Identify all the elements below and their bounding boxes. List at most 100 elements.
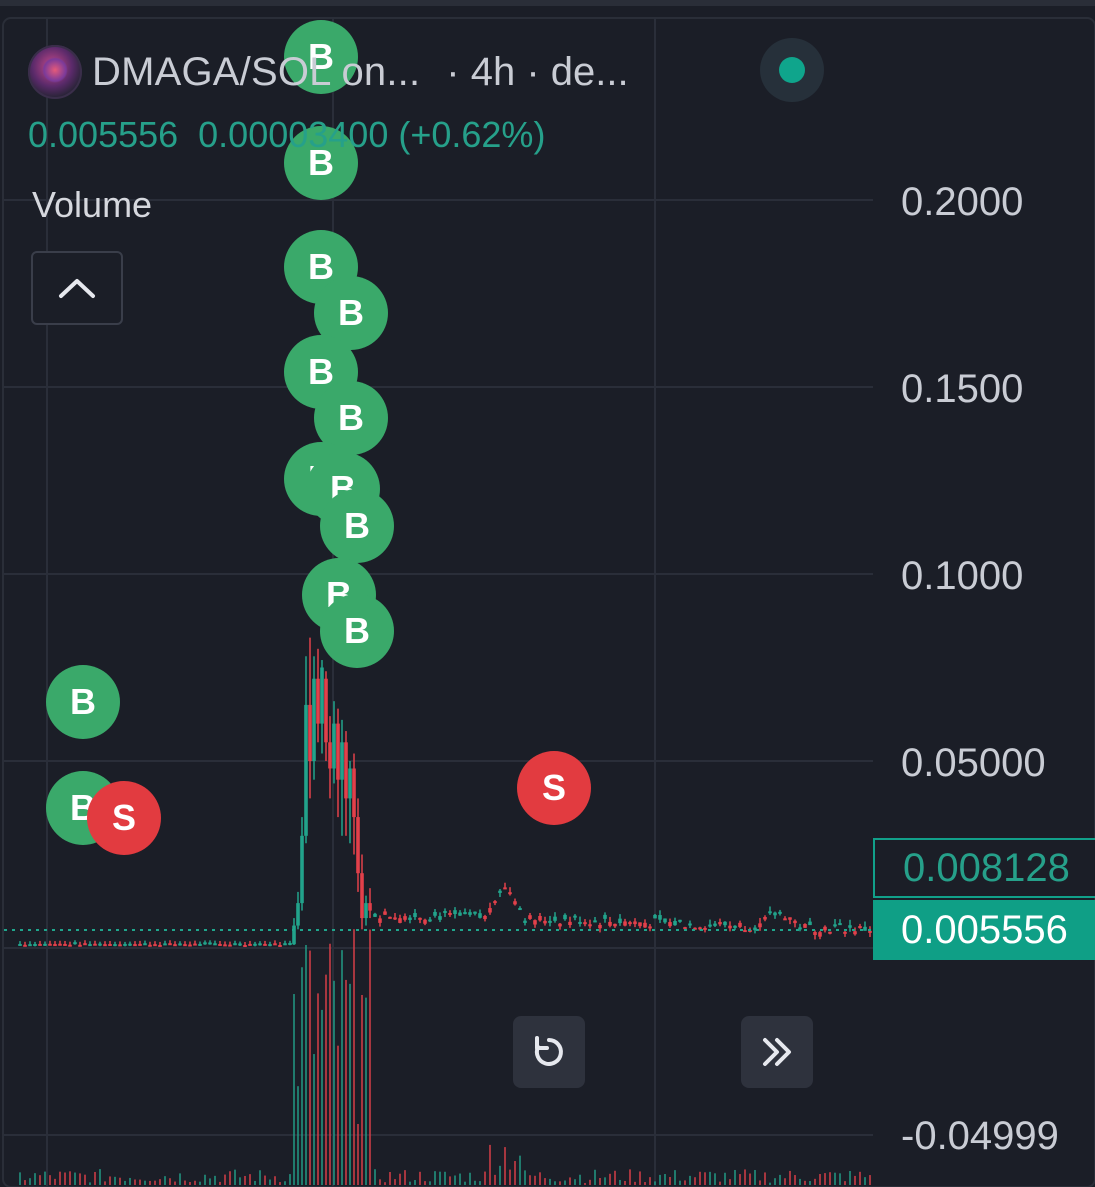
double-chevron-right-icon — [763, 1038, 791, 1066]
candle-body — [373, 913, 377, 917]
volume-bar — [139, 1179, 141, 1185]
candle-body — [538, 915, 542, 921]
buy-marker[interactable]: B — [46, 665, 120, 739]
price-axis-label: 0.05000 — [901, 741, 1046, 785]
volume-bar — [514, 1161, 516, 1185]
volume-bar — [219, 1181, 221, 1185]
candle-body — [213, 943, 217, 946]
candle-body — [863, 926, 867, 931]
candle-body — [848, 925, 852, 928]
market-status-indicator[interactable] — [760, 38, 824, 102]
volume-bar — [489, 1144, 491, 1185]
volume-bar — [619, 1179, 621, 1185]
chart-container[interactable]: DMAGA/SOL on... · 4h · de... 0.005556 0.… — [0, 0, 1095, 1187]
volume-bar — [369, 929, 371, 1185]
candle-body — [403, 916, 407, 920]
volume-bar — [449, 1176, 451, 1185]
candle-body — [268, 944, 272, 947]
volume-bar — [774, 1178, 776, 1185]
candle-body — [198, 943, 202, 946]
candle-body — [683, 927, 687, 930]
candle-body — [708, 924, 712, 927]
candle-body — [218, 943, 222, 946]
volume-bar — [469, 1172, 471, 1185]
price-axis-label: -0.04999 — [901, 1114, 1059, 1158]
candle-body — [463, 912, 467, 915]
volume-bar — [719, 1181, 721, 1185]
volume-bar — [154, 1180, 156, 1185]
volume-bar — [764, 1172, 766, 1185]
candle-body — [113, 944, 117, 947]
volume-bar — [164, 1176, 166, 1185]
candle-body — [428, 919, 432, 922]
candle-body — [823, 926, 827, 931]
candle-body — [548, 920, 552, 923]
candle-body — [133, 944, 137, 947]
candle-body — [253, 943, 257, 946]
volume-bar — [809, 1181, 811, 1185]
volume-bar — [254, 1180, 256, 1185]
volume-indicator-label[interactable]: Volume — [32, 184, 152, 226]
candle-body — [653, 914, 657, 919]
volume-bar — [844, 1181, 846, 1185]
volume-bar — [349, 983, 351, 1185]
volume-bar — [759, 1180, 761, 1185]
sell-marker[interactable]: S — [87, 781, 161, 855]
volume-bar — [19, 1172, 21, 1185]
volume-bar — [684, 1180, 686, 1185]
candle-body — [63, 943, 67, 946]
candle-body — [573, 915, 577, 918]
candle-body — [643, 922, 647, 928]
volume-bar — [264, 1175, 266, 1185]
candle-body — [278, 944, 282, 947]
buy-marker[interactable]: B — [320, 594, 394, 668]
volume-bar — [749, 1173, 751, 1185]
volume-bar — [149, 1180, 151, 1185]
pair-title[interactable]: DMAGA/SOL on... — [92, 50, 420, 95]
candle-body — [364, 903, 368, 919]
volume-bar — [119, 1177, 121, 1185]
scroll-to-realtime-button[interactable] — [741, 1016, 813, 1088]
volume-bar — [574, 1179, 576, 1185]
candle-body — [668, 922, 672, 927]
candle-body — [438, 916, 442, 920]
volume-bar — [229, 1171, 231, 1185]
volume-bar — [434, 1171, 436, 1185]
volume-bar — [519, 1155, 521, 1185]
buy-marker[interactable]: B — [320, 489, 394, 563]
top-border — [0, 0, 1095, 6]
reset-chart-button[interactable] — [513, 1016, 585, 1088]
volume-bar — [361, 995, 363, 1185]
volume-bar — [365, 997, 367, 1185]
candle-body — [103, 944, 107, 947]
volume-bar — [269, 1179, 271, 1185]
ohlc-readout: 0.005556 0.00003400 (+0.62%) — [28, 114, 545, 156]
volume-bar — [134, 1179, 136, 1185]
volume-bar — [414, 1180, 416, 1185]
candle-body — [768, 911, 772, 914]
volume-bar — [379, 1179, 381, 1185]
volume-bar — [584, 1182, 586, 1185]
candle-body — [443, 910, 447, 913]
candle-body — [128, 943, 132, 946]
volume-bar — [329, 943, 331, 1185]
candle-body — [608, 921, 612, 926]
volume-bar — [754, 1169, 756, 1185]
candle-body — [296, 903, 300, 926]
candle-body — [73, 942, 77, 945]
volume-bar — [24, 1180, 26, 1185]
candle-body — [83, 943, 87, 946]
candle-body — [332, 723, 336, 769]
volume-bar — [744, 1169, 746, 1185]
candle-body — [493, 901, 497, 904]
sell-marker[interactable]: S — [517, 751, 591, 825]
volume-bar — [293, 994, 295, 1185]
candle-body — [743, 930, 747, 933]
volume-bar — [239, 1177, 241, 1185]
interval-text[interactable]: · 4h · de... — [446, 50, 628, 95]
volume-bar — [74, 1172, 76, 1185]
volume-bar — [394, 1179, 396, 1185]
volume-bar — [279, 1182, 281, 1185]
collapse-indicator-button[interactable] — [31, 251, 123, 325]
volume-bar — [333, 980, 335, 1185]
